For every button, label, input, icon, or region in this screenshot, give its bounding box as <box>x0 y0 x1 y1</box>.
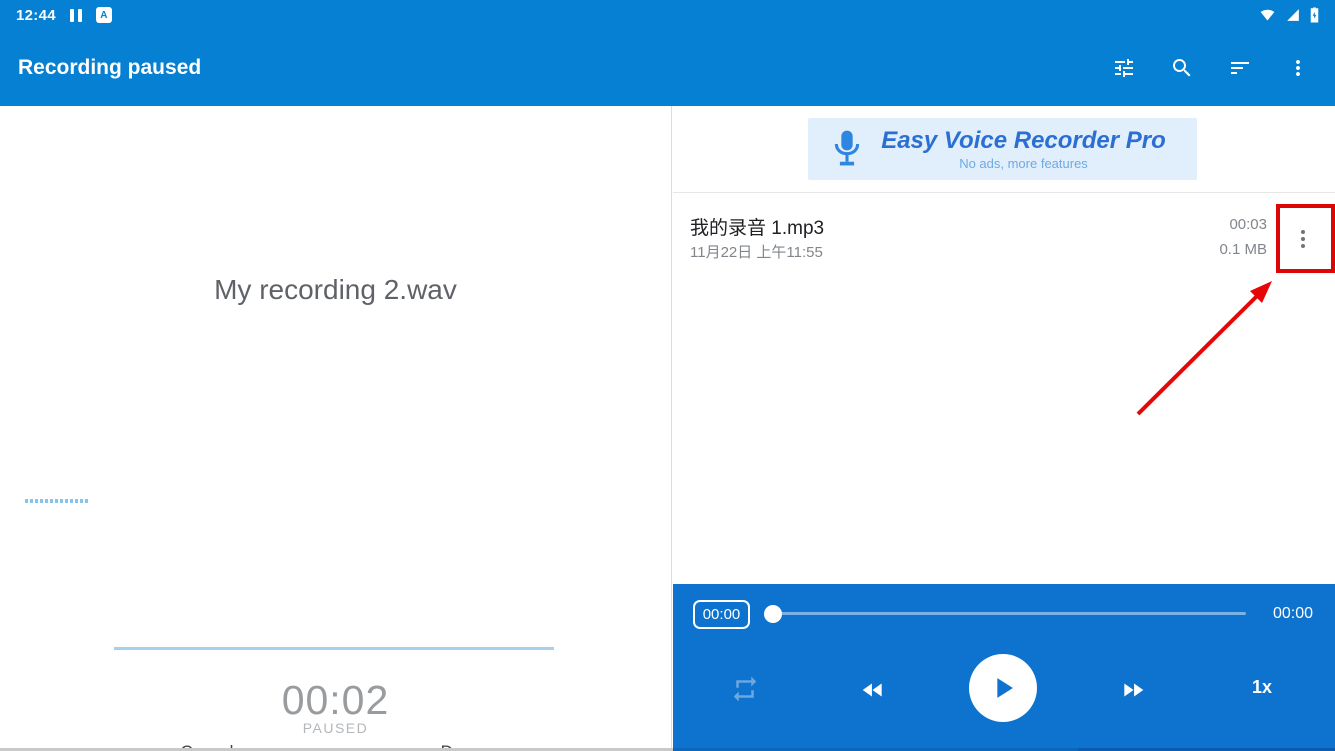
elapsed-time-chip[interactable]: 00:00 <box>693 600 750 629</box>
overflow-menu-button[interactable] <box>1286 56 1310 80</box>
search-button[interactable] <box>1170 56 1194 80</box>
status-time: 12:44 <box>16 7 56 24</box>
toolbar-actions <box>1112 56 1335 80</box>
repeat-button[interactable] <box>728 672 762 706</box>
recording-list-item[interactable]: 我的录音 1.mp3 11月22日 上午11:55 00:03 0.1 MB <box>673 193 1335 289</box>
recording-state-label: PAUSED <box>0 720 671 736</box>
recording-size: 0.1 MB <box>1219 241 1267 258</box>
pro-upgrade-banner[interactable]: Easy Voice Recorder Pro No ads, more fea… <box>808 118 1197 180</box>
recording-item-menu-button[interactable] <box>1285 217 1321 261</box>
toolbar: Recording paused <box>0 30 1335 106</box>
status-bar-left: 12:44 A <box>16 7 112 24</box>
play-button[interactable] <box>969 654 1037 722</box>
rewind-button[interactable] <box>855 676 891 704</box>
wifi-icon <box>1259 8 1276 22</box>
banner-microphone-icon <box>830 128 864 170</box>
recording-paused-status-icon <box>70 9 82 22</box>
notification-app-icon: A <box>96 7 112 23</box>
waveform-preview <box>25 499 90 503</box>
easy-voice-recorder-app: 12:44 A Recording paus <box>0 0 1335 751</box>
status-bar: 12:44 A <box>0 0 1335 30</box>
player-panel: 00:00 00:00 1x <box>673 584 1335 751</box>
recording-file-name: My recording 2.wav <box>0 274 671 306</box>
play-icon <box>986 671 1020 705</box>
sort-button[interactable] <box>1228 56 1252 80</box>
page-title: Recording paused <box>18 56 201 80</box>
total-time: 00:00 <box>1273 605 1313 623</box>
banner-subtitle: No ads, more features <box>864 156 1183 171</box>
cellular-signal-icon <box>1285 8 1301 22</box>
tune-filter-button[interactable] <box>1112 56 1136 80</box>
status-bar-right <box>1259 7 1319 23</box>
recording-duration: 00:03 <box>1229 216 1267 233</box>
playback-speed-button[interactable]: 1x <box>1238 677 1286 698</box>
seek-thumb[interactable] <box>764 605 782 623</box>
battery-charging-icon <box>1310 7 1319 23</box>
recordings-pane: Easy Voice Recorder Pro No ads, more fea… <box>673 106 1335 751</box>
recorder-pane: My recording 2.wav 00:02 PAUSED Cancel D… <box>0 106 672 751</box>
recording-timer: 00:02 <box>0 677 671 724</box>
recording-date: 11月22日 上午11:55 <box>690 241 823 262</box>
recording-name: 我的录音 1.mp3 <box>690 213 824 240</box>
fast-forward-button[interactable] <box>1115 676 1151 704</box>
waveform-baseline <box>114 647 554 650</box>
app-header: 12:44 A Recording paus <box>0 0 1335 106</box>
banner-title: Easy Voice Recorder Pro <box>864 127 1183 155</box>
banner-text: Easy Voice Recorder Pro No ads, more fea… <box>864 127 1197 171</box>
seek-track[interactable] <box>775 612 1246 615</box>
